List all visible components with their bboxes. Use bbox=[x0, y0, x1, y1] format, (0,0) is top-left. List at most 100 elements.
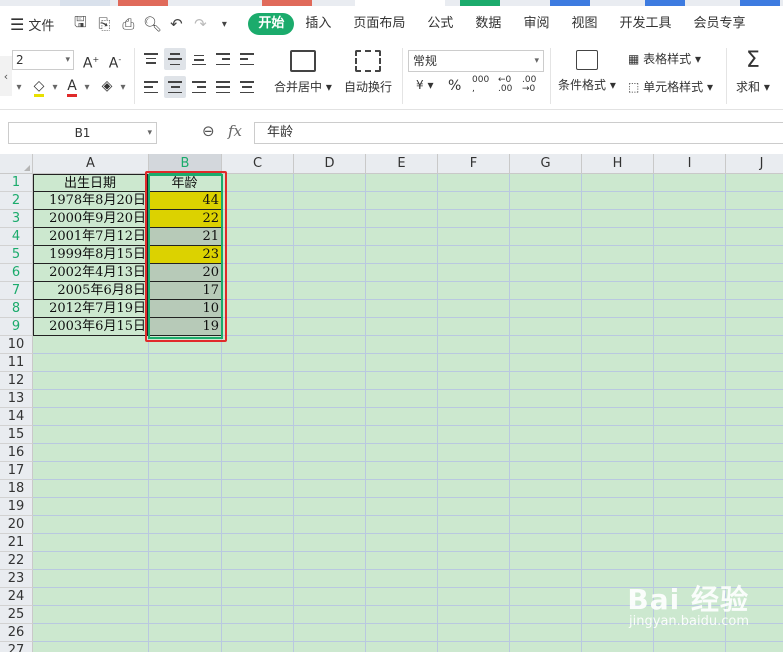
row-header[interactable]: 14 bbox=[0, 408, 33, 426]
align-bottom-icon[interactable] bbox=[188, 48, 210, 70]
font-options-chevron-icon[interactable]: ▾ bbox=[14, 78, 24, 98]
row-header[interactable]: 25 bbox=[0, 606, 33, 624]
indent-increase-icon[interactable] bbox=[236, 48, 258, 70]
row-header[interactable]: 2 bbox=[0, 192, 33, 210]
insert-function-icon[interactable]: fx bbox=[228, 122, 242, 140]
distributed-align-icon[interactable] bbox=[236, 76, 258, 98]
cell-a1[interactable]: 出生日期 bbox=[33, 174, 148, 192]
column-header-c[interactable]: C bbox=[222, 154, 294, 174]
export-pdf-icon[interactable]: ⎘ bbox=[92, 12, 116, 36]
row-header[interactable]: 21 bbox=[0, 534, 33, 552]
row-header[interactable]: 1 bbox=[0, 174, 33, 192]
merge-center-button[interactable]: 合并居中 ▾ bbox=[274, 50, 332, 95]
row-header[interactable]: 24 bbox=[0, 588, 33, 606]
chevron-down-icon[interactable]: ▾ bbox=[118, 78, 128, 98]
cell-a7[interactable]: 2005年6月8日 bbox=[33, 282, 148, 300]
row-header[interactable]: 9 bbox=[0, 318, 33, 336]
fill-color-icon[interactable]: ◇ bbox=[28, 76, 50, 97]
font-size-select[interactable]: 2 ▾ bbox=[12, 50, 74, 70]
decrease-decimal-icon[interactable]: .00 →0 bbox=[522, 76, 536, 94]
chevron-down-icon[interactable]: ▾ bbox=[50, 78, 60, 98]
formula-input[interactable]: 年龄 bbox=[254, 122, 783, 144]
row-header[interactable]: 22 bbox=[0, 552, 33, 570]
row-header[interactable]: 6 bbox=[0, 264, 33, 282]
increase-decimal-icon[interactable]: ←0.00 bbox=[498, 76, 512, 94]
row-header[interactable]: 11 bbox=[0, 354, 33, 372]
column-header-e[interactable]: E bbox=[366, 154, 438, 174]
align-center-icon[interactable] bbox=[164, 76, 186, 98]
column-header-g[interactable]: G bbox=[510, 154, 582, 174]
cell-a6[interactable]: 2002年4月13日 bbox=[33, 264, 148, 282]
indent-decrease-icon[interactable] bbox=[212, 48, 234, 70]
print-preview-icon[interactable]: 🔍︎ bbox=[140, 12, 164, 36]
row-header[interactable]: 10 bbox=[0, 336, 33, 354]
row-header[interactable]: 23 bbox=[0, 570, 33, 588]
align-right-icon[interactable] bbox=[188, 76, 210, 98]
tab-insert[interactable]: 插入 bbox=[294, 13, 342, 35]
justify-icon[interactable] bbox=[212, 76, 234, 98]
column-header-a[interactable]: A bbox=[33, 154, 149, 174]
save-icon[interactable]: 🖫 bbox=[68, 12, 92, 36]
chevron-down-icon[interactable]: ▾ bbox=[82, 78, 92, 98]
ribbon-scroll-left-icon[interactable]: ‹ bbox=[0, 56, 12, 96]
tab-developer[interactable]: 开发工具 bbox=[608, 13, 682, 35]
column-header-i[interactable]: I bbox=[654, 154, 726, 174]
tab-formulas[interactable]: 公式 bbox=[416, 13, 464, 35]
file-menu[interactable]: ☰ 文件 bbox=[10, 6, 54, 42]
row-header[interactable]: 27 bbox=[0, 642, 33, 652]
align-left-icon[interactable] bbox=[140, 76, 162, 98]
wrap-text-button[interactable]: 自动换行 bbox=[344, 50, 392, 95]
cell-a2[interactable]: 1978年8月20日 bbox=[33, 192, 148, 210]
select-all-corner[interactable] bbox=[0, 154, 33, 174]
row-header[interactable]: 16 bbox=[0, 444, 33, 462]
customize-qa-icon[interactable]: ▾ bbox=[212, 12, 236, 36]
tab-home[interactable]: 开始 bbox=[248, 13, 295, 35]
table-style-button[interactable]: ▦ 表格样式 ▾ bbox=[628, 50, 701, 67]
thousands-separator-icon[interactable]: 000, bbox=[472, 76, 489, 94]
row-header[interactable]: 12 bbox=[0, 372, 33, 390]
tab-page-layout[interactable]: 页面布局 bbox=[342, 13, 416, 35]
row-header[interactable]: 8 bbox=[0, 300, 33, 318]
name-box[interactable]: B1 ▾ bbox=[8, 122, 157, 144]
column-header-d[interactable]: D bbox=[294, 154, 366, 174]
tab-data[interactable]: 数据 bbox=[464, 13, 512, 35]
clear-format-icon[interactable]: ◈ bbox=[96, 76, 118, 96]
number-format-select[interactable]: 常规 ▾ bbox=[408, 50, 544, 72]
cell-a4[interactable]: 2001年7月12日 bbox=[33, 228, 148, 246]
cell-a5[interactable]: 1999年8月15日 bbox=[33, 246, 148, 264]
column-header-f[interactable]: F bbox=[438, 154, 510, 174]
sum-button[interactable]: Σ 求和 ▾ bbox=[736, 48, 770, 95]
redo-icon[interactable]: ↷ bbox=[188, 12, 212, 36]
row-header[interactable]: 5 bbox=[0, 246, 33, 264]
cell-style-button[interactable]: ⬚ 单元格样式 ▾ bbox=[628, 78, 713, 95]
row-header[interactable]: 7 bbox=[0, 282, 33, 300]
cell-a8[interactable]: 2012年7月19日 bbox=[33, 300, 148, 318]
zoom-icon[interactable]: ⊖ bbox=[202, 122, 215, 140]
cell-a3[interactable]: 2000年9月20日 bbox=[33, 210, 148, 228]
row-header[interactable]: 3 bbox=[0, 210, 33, 228]
spreadsheet-grid[interactable]: A B C D E F G H I J 1 2 3 4 5 6 7 8 9 10 11 12 13 14 1… bbox=[0, 154, 783, 652]
row-header[interactable]: 20 bbox=[0, 516, 33, 534]
row-header[interactable]: 17 bbox=[0, 462, 33, 480]
row-header[interactable]: 19 bbox=[0, 498, 33, 516]
row-header[interactable]: 15 bbox=[0, 426, 33, 444]
font-color-icon[interactable]: A bbox=[62, 76, 82, 97]
row-header[interactable]: 13 bbox=[0, 390, 33, 408]
row-header[interactable]: 26 bbox=[0, 624, 33, 642]
align-middle-icon[interactable] bbox=[164, 48, 186, 70]
percent-icon[interactable]: % bbox=[448, 78, 461, 94]
tab-member[interactable]: 会员专享 bbox=[682, 13, 756, 35]
tab-view[interactable]: 视图 bbox=[560, 13, 608, 35]
row-header[interactable]: 18 bbox=[0, 480, 33, 498]
row-header[interactable]: 4 bbox=[0, 228, 33, 246]
currency-button[interactable]: ¥ ▾ bbox=[416, 78, 433, 92]
increase-font-icon[interactable]: A+ bbox=[80, 50, 102, 74]
conditional-format-button[interactable]: 条件格式 ▾ bbox=[558, 50, 616, 93]
print-icon[interactable]: ⎙ bbox=[116, 12, 140, 36]
align-top-icon[interactable] bbox=[140, 48, 162, 70]
decrease-font-icon[interactable]: A- bbox=[104, 50, 126, 74]
tab-review[interactable]: 审阅 bbox=[512, 13, 560, 35]
undo-icon[interactable]: ↶ bbox=[164, 12, 188, 36]
column-header-j[interactable]: J bbox=[726, 154, 783, 174]
column-header-h[interactable]: H bbox=[582, 154, 654, 174]
